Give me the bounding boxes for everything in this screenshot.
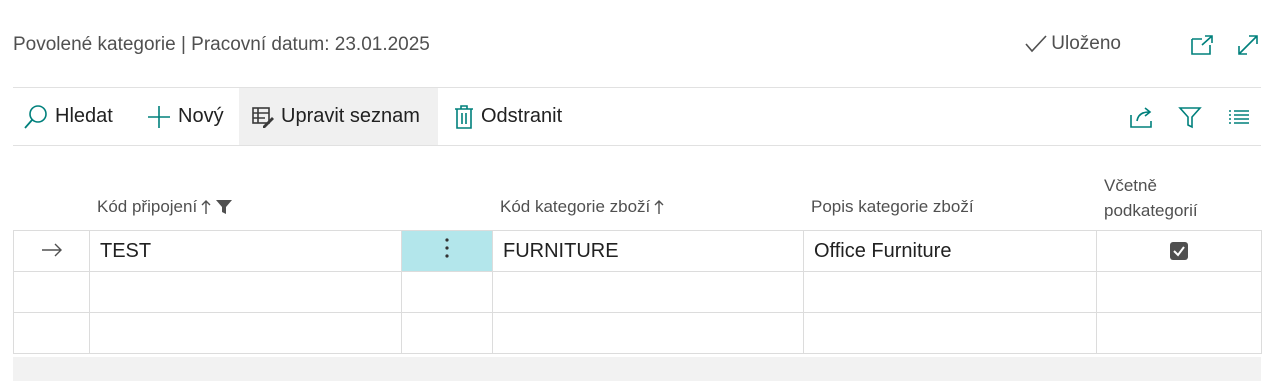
edit-list-label: Upravit seznam — [281, 105, 420, 127]
page-title: Povolené kategorie | Pracovní datum: 23.… — [13, 34, 430, 55]
column-header-label-line1: Včetně — [1104, 176, 1157, 195]
column-header-label: Popis kategorie zboží — [811, 197, 974, 216]
sort-ascending-icon — [201, 200, 211, 214]
new-button[interactable]: Nový — [146, 88, 224, 145]
cell-include-subcategories[interactable] — [1096, 271, 1262, 313]
table-row[interactable] — [13, 271, 1262, 313]
column-header-label: Kód připojení — [97, 197, 198, 216]
action-bar: Hledat Nový Upravit seznam Odstranit — [13, 88, 1261, 145]
search-button[interactable]: Hledat — [23, 88, 113, 145]
checkbox-checked[interactable] — [1170, 242, 1188, 261]
share-icon[interactable] — [1129, 104, 1155, 130]
expand-icon[interactable] — [1235, 32, 1261, 58]
row-menu-cell[interactable] — [401, 312, 493, 354]
search-icon — [24, 104, 47, 129]
page-header: Povolené kategorie | Pracovní datum: 23.… — [13, 24, 1261, 66]
saved-status: Uloženo — [1023, 33, 1121, 55]
edit-list-button[interactable]: Upravit seznam — [239, 88, 438, 145]
plus-icon — [148, 105, 170, 128]
divider — [13, 145, 1261, 146]
cell-category-code[interactable] — [492, 312, 804, 354]
list-icon[interactable] — [1226, 104, 1252, 130]
cell-category-description[interactable] — [803, 312, 1097, 354]
column-header-label: Kód kategorie zboží — [500, 197, 651, 216]
cell-include-subcategories[interactable] — [1096, 230, 1262, 272]
categories-table: TEST FURNITURE Office Furniture — [13, 230, 1262, 354]
cell-connection-code[interactable]: TEST — [89, 230, 402, 272]
more-vertical-icon — [445, 238, 449, 258]
cell-connection-code[interactable] — [89, 271, 402, 313]
filter-applied-icon — [216, 200, 233, 214]
checkmark-icon — [1025, 35, 1047, 53]
column-header-include-subcategories[interactable]: Včetně podkategorií — [1104, 173, 1198, 223]
arrow-right-icon — [41, 243, 62, 256]
search-label: Hledat — [55, 105, 113, 127]
new-label: Nový — [178, 105, 224, 127]
cell-category-description[interactable] — [803, 271, 1097, 313]
cell-category-code[interactable]: FURNITURE — [492, 230, 804, 272]
row-menu-cell[interactable] — [401, 230, 493, 272]
row-indicator — [13, 230, 90, 272]
column-header-category-code[interactable]: Kód kategorie zboží — [500, 197, 664, 217]
row-indicator — [13, 312, 90, 354]
open-in-new-window-icon[interactable] — [1189, 32, 1215, 58]
delete-label: Odstranit — [481, 105, 563, 127]
column-header-connection-code[interactable]: Kód připojení — [97, 197, 233, 217]
cell-category-code[interactable] — [492, 271, 804, 313]
cell-connection-code[interactable] — [89, 312, 402, 354]
edit-list-icon — [252, 106, 274, 128]
row-menu-cell[interactable] — [401, 271, 493, 313]
grid-footer — [13, 357, 1261, 381]
table-row[interactable] — [13, 312, 1262, 354]
row-indicator — [13, 271, 90, 313]
trash-icon — [455, 104, 473, 129]
saved-label: Uloženo — [1051, 33, 1121, 54]
cell-category-description[interactable]: Office Furniture — [803, 230, 1097, 272]
check-icon — [1173, 246, 1185, 257]
delete-button[interactable]: Odstranit — [453, 88, 562, 145]
table-row[interactable]: TEST FURNITURE Office Furniture — [13, 230, 1262, 272]
column-header-category-description[interactable]: Popis kategorie zboží — [811, 197, 974, 217]
column-header-label-line2: podkategorií — [1104, 201, 1198, 220]
filter-icon[interactable] — [1177, 104, 1203, 130]
sort-ascending-icon — [654, 200, 664, 214]
cell-include-subcategories[interactable] — [1096, 312, 1262, 354]
